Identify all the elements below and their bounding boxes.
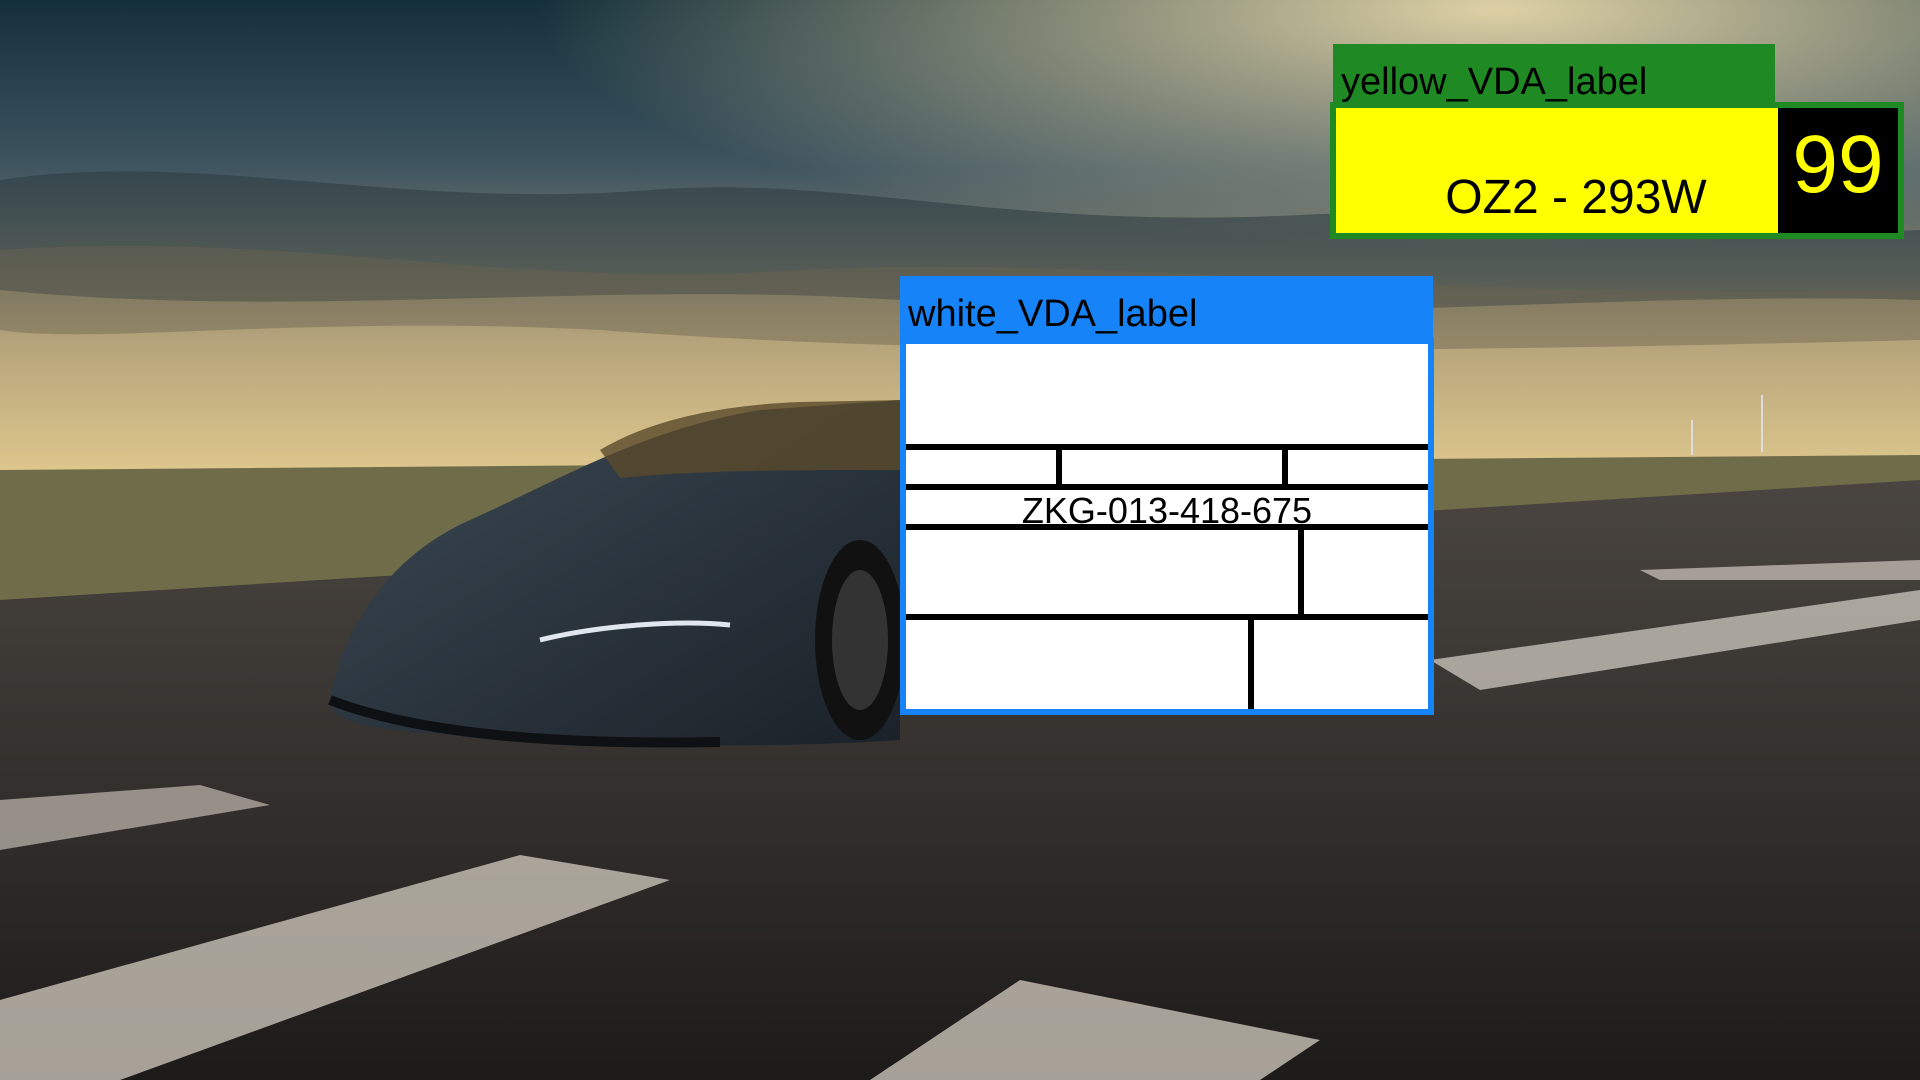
- white-label-divider: [1282, 444, 1288, 488]
- white-label-divider: [1056, 444, 1062, 488]
- white-label-divider: [906, 614, 1428, 620]
- white-label-divider: [1298, 524, 1304, 614]
- yellow-vda-label: OZ2 - 293W 99: [1330, 102, 1904, 239]
- white-label-divider: [1248, 614, 1254, 709]
- yellow-label-number-box: 99: [1778, 108, 1898, 233]
- white-label-divider: [906, 524, 1428, 530]
- white-label-tag: white_VDA_label: [900, 276, 1433, 342]
- yellow-label-tag: yellow_VDA_label: [1333, 44, 1775, 108]
- white-label-divider: [906, 444, 1428, 450]
- yellow-label-text: OZ2 - 293W: [1445, 171, 1707, 224]
- yellow-label-number: 99: [1792, 119, 1884, 210]
- white-vda-label: ZKG-013-418-675: [900, 338, 1434, 715]
